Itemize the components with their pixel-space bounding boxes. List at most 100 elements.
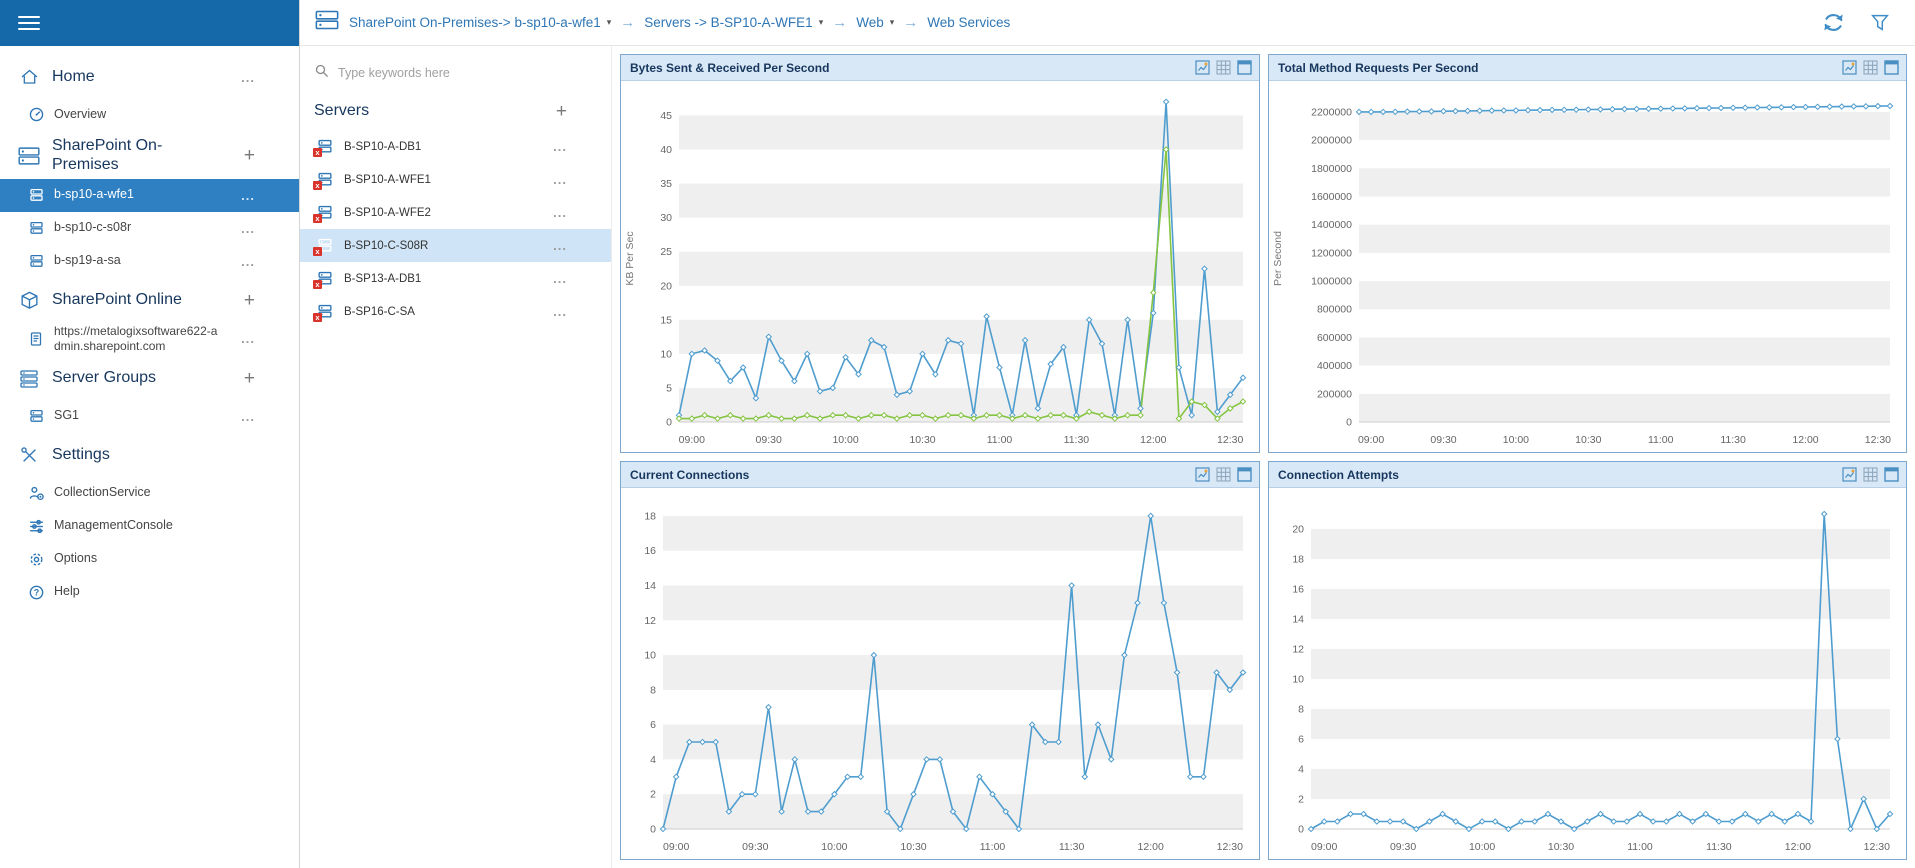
- chart-panel-total-method-requests: Total Method Requests Per Second 0200000…: [1268, 54, 1907, 453]
- more-button[interactable]: ...: [553, 271, 567, 286]
- svg-text:12:30: 12:30: [1864, 841, 1890, 853]
- refresh-icon[interactable]: [1820, 9, 1847, 36]
- chart-type-icon[interactable]: [1842, 60, 1857, 75]
- data-grid-icon[interactable]: [1216, 60, 1231, 75]
- server-icon: x: [316, 171, 336, 188]
- more-button[interactable]: ...: [241, 188, 255, 203]
- more-button[interactable]: ...: [553, 139, 567, 154]
- sidebar-nav: Home ... Overview SharePoint On-Premises…: [0, 46, 299, 609]
- chart-panel-header: Current Connections: [621, 462, 1259, 488]
- chart-panel-bytes-sent-received: Bytes Sent & Received Per Second 0510152…: [620, 54, 1260, 453]
- sidebar-item-help[interactable]: ? Help: [0, 576, 299, 609]
- add-group-button[interactable]: +: [244, 369, 255, 388]
- server-list-item[interactable]: x B-SP10-A-WFE1 ...: [300, 163, 611, 196]
- server-icon: [24, 408, 48, 424]
- breadcrumb-item-farm[interactable]: SharePoint On-Premises-> b-sp10-a-wfe1 ▾: [349, 15, 611, 30]
- server-list-item-selected[interactable]: x B-SP10-C-S08R ...: [300, 229, 611, 262]
- sidebar-item-sharepoint-onpremises[interactable]: SharePoint On-Premises +: [0, 133, 299, 179]
- chart-type-icon[interactable]: [1195, 467, 1210, 482]
- svg-text:12:00: 12:00: [1792, 434, 1818, 446]
- more-button[interactable]: ...: [553, 172, 567, 187]
- add-server-button[interactable]: +: [556, 102, 567, 121]
- more-button[interactable]: ...: [241, 70, 255, 85]
- server-icon: [24, 187, 48, 203]
- maximize-icon[interactable]: [1884, 467, 1899, 482]
- maximize-icon[interactable]: [1884, 60, 1899, 75]
- server-icon: [24, 220, 48, 236]
- app-window: Home ... Overview SharePoint On-Premises…: [0, 0, 1915, 868]
- maximize-icon[interactable]: [1237, 467, 1252, 482]
- maximize-icon[interactable]: [1237, 60, 1252, 75]
- more-button[interactable]: ...: [241, 331, 255, 346]
- svg-text:10: 10: [644, 650, 656, 662]
- sidebar-item-settings[interactable]: Settings: [0, 435, 299, 477]
- data-grid-icon[interactable]: [1863, 60, 1878, 75]
- sidebar-item-overview[interactable]: Overview: [0, 98, 299, 131]
- sidebar-item-sg1[interactable]: SG1 ...: [0, 400, 299, 433]
- sidebar-item-b-sp10-a-wfe1[interactable]: b-sp10-a-wfe1 ...: [0, 179, 299, 212]
- sidebar-item-label: https://metalogixsoftware622-admin.share…: [54, 324, 224, 354]
- breadcrumb-label: Servers -> B-SP10-A-WFE1: [644, 15, 812, 30]
- chart-current-connections: 02468101214161809:0009:3010:0010:3011:00…: [621, 488, 1259, 859]
- svg-text:18: 18: [644, 510, 656, 522]
- search-input[interactable]: [338, 66, 548, 80]
- site-page-icon: [24, 331, 48, 347]
- breadcrumb-item-server[interactable]: Servers -> B-SP10-A-WFE1 ▾: [644, 15, 823, 30]
- sidebar-item-sharepoint-online[interactable]: SharePoint Online +: [0, 280, 299, 322]
- more-button[interactable]: ...: [241, 409, 255, 424]
- svg-text:09:30: 09:30: [1390, 841, 1416, 853]
- sidebar-item-sharepoint-online-tenant[interactable]: https://metalogixsoftware622-admin.share…: [0, 322, 299, 356]
- server-list-item[interactable]: x B-SP10-A-WFE2 ...: [300, 196, 611, 229]
- data-grid-icon[interactable]: [1216, 467, 1231, 482]
- servers-title: Servers: [314, 102, 369, 120]
- svg-text:10:00: 10:00: [821, 841, 847, 853]
- server-icon: x: [316, 237, 336, 254]
- breadcrumb-item-web[interactable]: Web ▾: [856, 15, 894, 30]
- sidebar-item-b-sp10-c-s08r[interactable]: b-sp10-c-s08r ...: [0, 212, 299, 245]
- svg-text:15: 15: [660, 314, 672, 326]
- chart-toolbar: [1842, 467, 1899, 482]
- svg-text:12:30: 12:30: [1865, 434, 1891, 446]
- add-server-button[interactable]: +: [244, 146, 255, 165]
- chart-type-icon[interactable]: [1195, 60, 1210, 75]
- server-list-item[interactable]: x B-SP10-A-DB1 ...: [300, 130, 611, 163]
- svg-text:1400000: 1400000: [1311, 219, 1352, 231]
- server-list-item[interactable]: x B-SP16-C-SA ...: [300, 295, 611, 328]
- more-button[interactable]: ...: [553, 205, 567, 220]
- svg-text:10:30: 10:30: [1548, 841, 1574, 853]
- error-badge-icon: x: [313, 247, 322, 256]
- data-grid-icon[interactable]: [1863, 467, 1878, 482]
- main-area: SharePoint On-Premises-> b-sp10-a-wfe1 ▾…: [300, 0, 1915, 868]
- sidebar-item-home[interactable]: Home ...: [0, 56, 299, 98]
- svg-text:10: 10: [1292, 674, 1304, 686]
- server-icon: x: [316, 270, 336, 287]
- sidebar-item-server-groups[interactable]: Server Groups +: [0, 358, 299, 400]
- chart-type-icon[interactable]: [1842, 467, 1857, 482]
- svg-text:35: 35: [660, 178, 672, 190]
- svg-text:5: 5: [666, 382, 672, 394]
- sidebar: Home ... Overview SharePoint On-Premises…: [0, 0, 300, 868]
- server-label: B-SP10-C-S08R: [344, 240, 428, 252]
- chart-connection-attempts: 0246810121416182009:0009:3010:0010:3011:…: [1269, 488, 1906, 859]
- sidebar-item-options[interactable]: Options: [0, 543, 299, 576]
- more-button[interactable]: ...: [241, 221, 255, 236]
- sidebar-item-b-sp19-a-sa[interactable]: b-sp19-a-sa ...: [0, 245, 299, 278]
- filter-icon[interactable]: [1869, 12, 1891, 34]
- svg-text:40: 40: [660, 144, 672, 156]
- svg-text:18: 18: [1292, 554, 1304, 566]
- add-tenant-button[interactable]: +: [244, 291, 255, 310]
- service-user-gear-icon: [24, 485, 48, 502]
- sidebar-item-label: SG1: [54, 408, 224, 424]
- sidebar-item-managementconsole[interactable]: ManagementConsole: [0, 510, 299, 543]
- more-button[interactable]: ...: [553, 304, 567, 319]
- server-list-item[interactable]: x B-SP13-A-DB1 ...: [300, 262, 611, 295]
- breadcrumb-item-web-services[interactable]: Web Services: [927, 15, 1010, 30]
- more-button[interactable]: ...: [553, 238, 567, 253]
- hamburger-menu-icon[interactable]: [18, 12, 40, 34]
- sidebar-item-label: Server Groups: [52, 369, 218, 388]
- svg-text:4: 4: [650, 754, 656, 766]
- svg-text:12:30: 12:30: [1217, 841, 1243, 853]
- sidebar-item-collectionservice[interactable]: CollectionService: [0, 477, 299, 510]
- more-button[interactable]: ...: [241, 254, 255, 269]
- chevron-down-icon: ▾: [819, 17, 824, 28]
